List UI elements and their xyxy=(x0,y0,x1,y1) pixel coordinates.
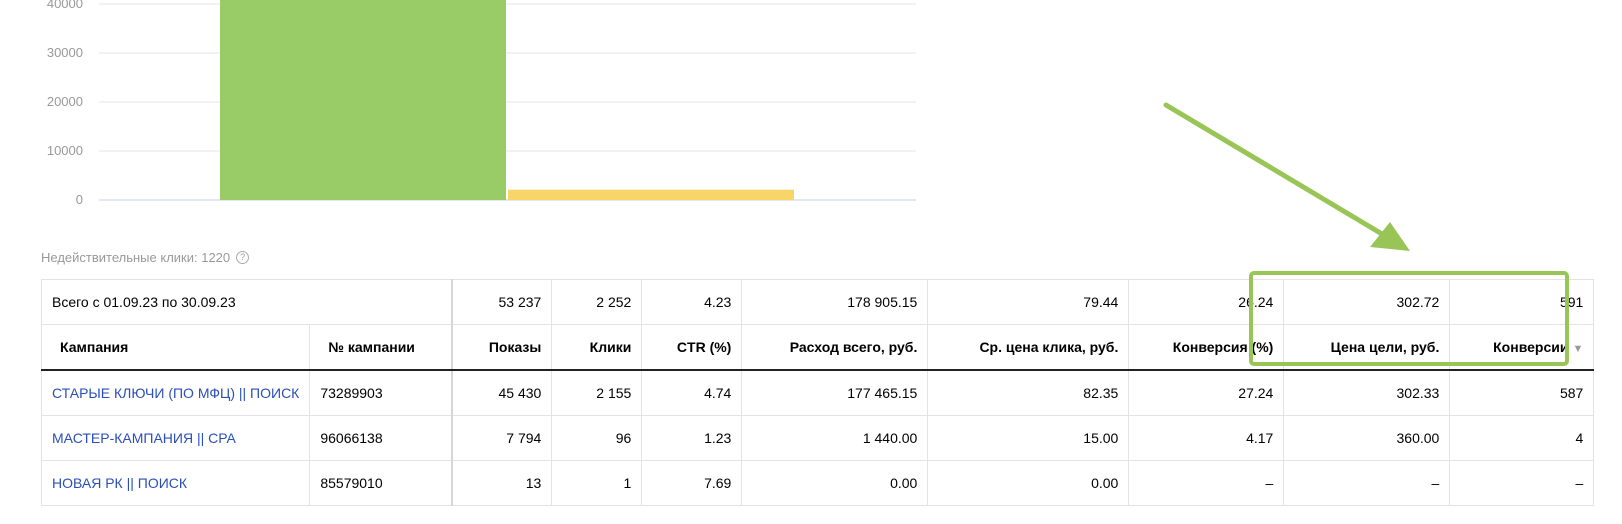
cell-avg-cpc: 82.35 xyxy=(927,369,1130,416)
col-header-clicks[interactable]: Клики xyxy=(551,324,643,371)
cell-conversions: 587 xyxy=(1449,369,1595,416)
bar-chart: 0 10000 20000 30000 40000 xyxy=(0,0,1000,230)
total-label: Всего с 01.09.23 по 30.09.23 xyxy=(40,279,453,325)
campaign-id: 73289903 xyxy=(309,369,453,416)
total-cost: 178 905.15 xyxy=(741,279,929,325)
chart-svg: 0 10000 20000 30000 40000 xyxy=(47,0,916,207)
cell-clicks: 1 xyxy=(551,460,643,506)
campaign-stats-table: Всего с 01.09.23 по 30.09.23 53 237 2 25… xyxy=(40,279,1595,506)
cell-ctr: 4.74 xyxy=(641,369,743,416)
arrow-head xyxy=(1370,222,1410,251)
invalid-clicks-note: Недействительные клики: 1220 ? xyxy=(41,250,250,265)
cell-ctr: 7.69 xyxy=(641,460,743,506)
y-tick-label: 20000 xyxy=(47,94,83,109)
y-tick-label: 0 xyxy=(76,192,83,207)
cell-clicks: 2 155 xyxy=(551,369,643,416)
y-tick-label: 30000 xyxy=(47,45,83,60)
y-tick-label: 10000 xyxy=(47,143,83,158)
table-row: МАСТЕР-КАМПАНИЯ || CPA 96066138 7 794 96… xyxy=(40,415,1595,461)
total-row: Всего с 01.09.23 по 30.09.23 53 237 2 25… xyxy=(40,279,1595,325)
col-header-conversion-rate[interactable]: Конверсия (%) xyxy=(1128,324,1285,371)
cell-cost: 1 440.00 xyxy=(741,415,929,461)
total-impressions: 53 237 xyxy=(450,279,553,325)
cell-goal-cost: – xyxy=(1283,460,1451,506)
col-header-campaign[interactable]: Кампания xyxy=(40,324,311,371)
cell-goal-cost: 360.00 xyxy=(1283,415,1451,461)
cell-conversion-rate: 4.17 xyxy=(1128,415,1285,461)
col-header-impressions[interactable]: Показы xyxy=(450,324,553,371)
col-header-goal-cost[interactable]: Цена цели, руб. xyxy=(1283,324,1451,371)
total-conversions: 591 xyxy=(1449,279,1595,325)
help-icon[interactable]: ? xyxy=(236,251,250,264)
table-row: СТАРЫЕ КЛЮЧИ (ПО МФЦ) || ПОИСК 73289903 … xyxy=(40,369,1595,416)
total-avg-cpc: 79.44 xyxy=(927,279,1130,325)
col-header-conversions[interactable]: Конверсии ▼ xyxy=(1449,324,1595,371)
col-header-campaign-id[interactable]: № кампании xyxy=(309,324,453,371)
y-tick-label: 40000 xyxy=(47,0,83,11)
sort-desc-icon: ▼ xyxy=(1572,343,1584,355)
cell-conversion-rate: – xyxy=(1128,460,1285,506)
cell-avg-cpc: 15.00 xyxy=(927,415,1130,461)
col-header-avg-cpc[interactable]: Ср. цена клика, руб. xyxy=(927,324,1130,371)
cell-impressions: 7 794 xyxy=(450,415,553,461)
total-ctr: 4.23 xyxy=(641,279,743,325)
cell-goal-cost: 302.33 xyxy=(1283,369,1451,416)
cell-conversion-rate: 27.24 xyxy=(1128,369,1285,416)
cell-ctr: 1.23 xyxy=(641,415,743,461)
bar[interactable] xyxy=(220,0,506,200)
bar[interactable] xyxy=(508,189,794,200)
col-header-ctr[interactable]: CTR (%) xyxy=(641,324,743,371)
campaign-id: 85579010 xyxy=(309,460,453,506)
cell-impressions: 13 xyxy=(450,460,553,506)
cell-impressions: 45 430 xyxy=(450,369,553,416)
arrow-shaft xyxy=(1163,102,1385,237)
cell-cost: 0.00 xyxy=(741,460,929,506)
campaign-link[interactable]: СТАРЫЕ КЛЮЧИ (ПО МФЦ) || ПОИСК xyxy=(52,385,299,401)
total-goal-cost: 302.72 xyxy=(1283,279,1451,325)
cell-clicks: 96 xyxy=(551,415,643,461)
col-header-cost[interactable]: Расход всего, руб. xyxy=(741,324,929,371)
col-header-conversions-label: Конверсии xyxy=(1493,339,1569,355)
campaign-link[interactable]: НОВАЯ РК || ПОИСК xyxy=(52,475,187,491)
campaign-id: 96066138 xyxy=(309,415,453,461)
cell-conversions: – xyxy=(1449,460,1595,506)
cell-avg-cpc: 0.00 xyxy=(927,460,1130,506)
table-row: НОВАЯ РК || ПОИСК 85579010 13 1 7.69 0.0… xyxy=(40,460,1595,506)
cell-conversions: 4 xyxy=(1449,415,1595,461)
cell-cost: 177 465.15 xyxy=(741,369,929,416)
total-conversion-rate: 26.24 xyxy=(1128,279,1285,325)
header-row: Кампания № кампании Показы Клики CTR (%)… xyxy=(40,324,1595,371)
invalid-clicks-label: Недействительные клики: 1220 xyxy=(41,250,231,265)
campaign-link[interactable]: МАСТЕР-КАМПАНИЯ || CPA xyxy=(52,430,236,446)
total-clicks: 2 252 xyxy=(551,279,643,325)
